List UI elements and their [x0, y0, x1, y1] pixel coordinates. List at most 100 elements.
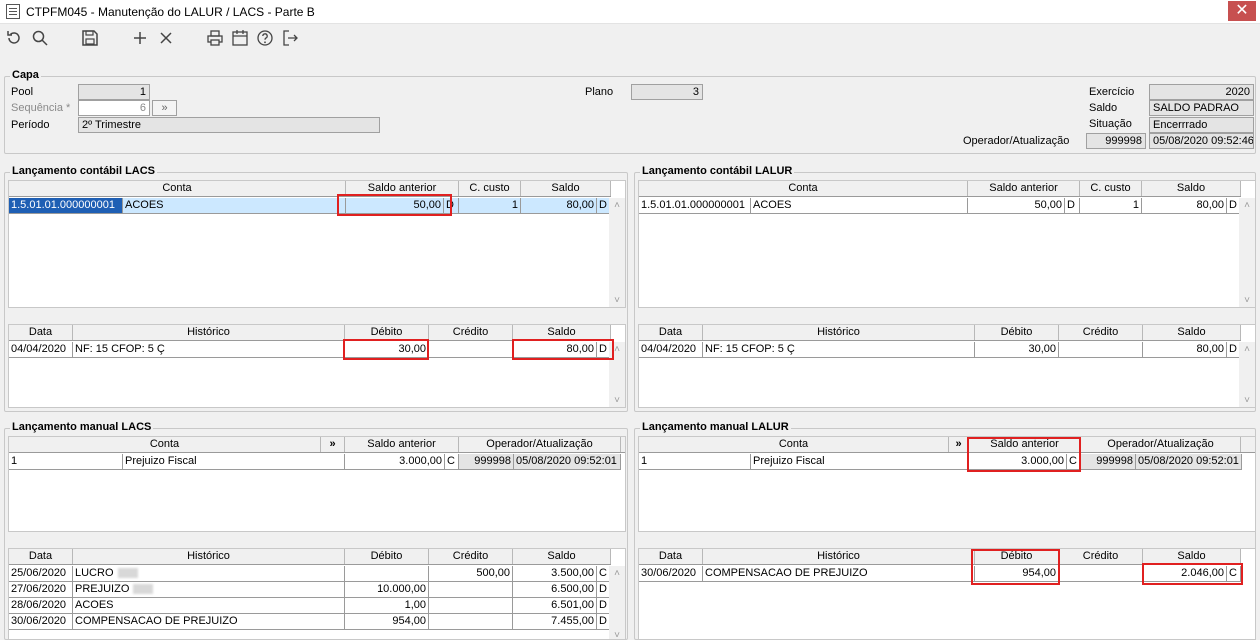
col-c-custo[interactable]: C. custo [459, 181, 521, 196]
sequencia-lookup-button[interactable]: » [152, 100, 177, 116]
col-conta[interactable]: Conta [9, 437, 321, 452]
scroll-down-icon[interactable]: ˅ [609, 295, 625, 306]
cell-saldo[interactable]: 3.500,00 [513, 566, 597, 582]
delete-icon[interactable] [156, 29, 176, 49]
cell-credito[interactable] [429, 598, 513, 614]
col-saldo[interactable]: Saldo [1143, 549, 1241, 564]
cell-operador-data[interactable]: 05/08/2020 09:52:01 [1136, 454, 1242, 470]
lacs-contabil-mov-grid[interactable]: Data Histórico Débito Crédito Saldo 04/0… [8, 324, 626, 408]
scroll-down-icon[interactable]: ˅ [1239, 395, 1255, 406]
cell-saldo[interactable]: 80,00 [1142, 198, 1227, 214]
cell-data[interactable]: 28/06/2020 [9, 598, 73, 614]
add-icon[interactable] [130, 29, 150, 49]
table-row[interactable]: 30/06/2020 COMPENSACAO DE PREJUIZO 954,0… [9, 614, 611, 630]
col-data[interactable]: Data [639, 325, 703, 340]
search-icon[interactable] [30, 29, 50, 49]
col-conta[interactable]: Conta [639, 181, 968, 196]
col-debito[interactable]: Débito [975, 325, 1059, 340]
cell-operador[interactable]: 999998 [1081, 454, 1136, 470]
cell-historico[interactable]: LUCRO [73, 566, 345, 582]
cell-credito[interactable] [1059, 566, 1143, 582]
cell-dc[interactable]: D [1065, 198, 1080, 214]
cell-credito[interactable] [429, 582, 513, 598]
table-row[interactable]: 27/06/2020 PREJUIZO 10.000,00 6.500,00 D [9, 582, 611, 598]
cell-saldo-anterior[interactable]: 50,00 [968, 198, 1065, 214]
cell-historico[interactable]: NF: 15 CFOP: 5 Ç [703, 342, 975, 358]
col-conta[interactable]: Conta [9, 181, 346, 196]
lacs-manual-mov-grid[interactable]: Data Histórico Débito Crédito Saldo 25/0… [8, 548, 626, 640]
table-row[interactable]: 1 Prejuizo Fiscal 3.000,00 C 999998 05/0… [639, 454, 1255, 470]
cell-debito[interactable] [345, 566, 429, 582]
exercicio-field[interactable]: 2020 [1149, 84, 1254, 100]
scroll-down-icon[interactable]: ˅ [1239, 295, 1255, 306]
cell-credito[interactable] [429, 614, 513, 630]
cell-saldo[interactable]: 80,00 [1143, 342, 1227, 358]
col-saldo-anterior[interactable]: Saldo anterior [345, 437, 459, 452]
col-data[interactable]: Data [9, 325, 73, 340]
cell-debito[interactable]: 954,00 [345, 614, 429, 630]
refresh-icon[interactable] [4, 29, 24, 49]
periodo-field[interactable]: 2º Trimestre [78, 117, 380, 133]
expand-columns-button[interactable]: » [321, 437, 345, 452]
cell-descricao[interactable]: Prejuizo Fiscal [123, 454, 345, 470]
cell-saldo[interactable]: 6.500,00 [513, 582, 597, 598]
col-saldo[interactable]: Saldo [513, 325, 611, 340]
col-credito[interactable]: Crédito [429, 325, 513, 340]
col-historico[interactable]: Histórico [73, 549, 345, 564]
cell-operador-data[interactable]: 05/08/2020 09:52:01 [514, 454, 621, 470]
table-row[interactable]: 25/06/2020 LUCRO 500,00 3.500,00 C [9, 566, 611, 582]
col-operador[interactable]: Operador/Atualização [459, 437, 621, 452]
cell-saldo[interactable]: 7.455,00 [513, 614, 597, 630]
cell-operador[interactable]: 999998 [459, 454, 514, 470]
lalur-contabil-mov-grid[interactable]: Data Histórico Débito Crédito Saldo 04/0… [638, 324, 1256, 408]
cell-credito[interactable]: 500,00 [429, 566, 513, 582]
col-data[interactable]: Data [9, 549, 73, 564]
cell-historico[interactable]: COMPENSACAO DE PREJUIZO [703, 566, 975, 582]
cell-historico[interactable]: COMPENSACAO DE PREJUIZO [73, 614, 345, 630]
cell-conta[interactable]: 1.5.01.01.000000001 [639, 198, 751, 214]
scroll-up-icon[interactable]: ˄ [1239, 344, 1255, 355]
cell-historico[interactable]: PREJUIZO [73, 582, 345, 598]
cell-data[interactable]: 04/04/2020 [9, 342, 73, 358]
help-icon[interactable] [255, 29, 275, 49]
close-button[interactable]: ✕ [1228, 1, 1256, 21]
operador-data-field[interactable]: 05/08/2020 09:52:46 [1149, 133, 1254, 149]
col-c-custo[interactable]: C. custo [1080, 181, 1142, 196]
lacs-contabil-grid[interactable]: Conta Saldo anterior C. custo Saldo 1.5.… [8, 180, 626, 308]
scroll-down-icon[interactable]: ˅ [609, 630, 625, 639]
lalur-manual-mov-grid[interactable]: Data Histórico Débito Crédito Saldo 30/0… [638, 548, 1256, 640]
col-historico[interactable]: Histórico [73, 325, 345, 340]
col-historico[interactable]: Histórico [703, 549, 975, 564]
cell-credito[interactable] [429, 342, 513, 358]
print-icon[interactable] [205, 29, 225, 49]
operador-field[interactable]: 999998 [1086, 133, 1146, 149]
col-credito[interactable]: Crédito [1059, 549, 1143, 564]
cell-debito[interactable]: 30,00 [975, 342, 1059, 358]
cell-conta[interactable]: 1 [9, 454, 123, 470]
sequencia-field[interactable]: 6 [78, 100, 150, 116]
table-row[interactable]: 1.5.01.01.000000001 ACOES 50,00 D 1 80,0… [639, 198, 1241, 214]
cell-historico[interactable]: ACOES [73, 598, 345, 614]
exit-icon[interactable] [280, 29, 300, 49]
table-row[interactable]: 1.5.01.01.000000001 ACOES 50,00 D 1 80,0… [9, 198, 611, 214]
col-historico[interactable]: Histórico [703, 325, 975, 340]
col-conta[interactable]: Conta [639, 437, 949, 452]
lalur-contabil-grid[interactable]: Conta Saldo anterior C. custo Saldo 1.5.… [638, 180, 1256, 308]
lacs-manual-grid[interactable]: Conta » Saldo anterior Operador/Atualiza… [8, 436, 626, 532]
cell-credito[interactable] [1059, 342, 1143, 358]
table-row[interactable]: 04/04/2020 NF: 15 CFOP: 5 Ç 30,00 80,00 … [639, 342, 1241, 358]
cell-c-custo[interactable]: 1 [459, 198, 521, 214]
plano-field[interactable]: 3 [631, 84, 703, 100]
scrollbar[interactable]: ˄ ˅ [1239, 198, 1255, 307]
lalur-manual-grid[interactable]: Conta » Saldo anterior Operador/Atualiza… [638, 436, 1256, 532]
col-saldo[interactable]: Saldo [521, 181, 611, 196]
col-credito[interactable]: Crédito [429, 549, 513, 564]
cell-data[interactable]: 27/06/2020 [9, 582, 73, 598]
cell-conta[interactable]: 1 [639, 454, 751, 470]
col-saldo[interactable]: Saldo [1143, 325, 1241, 340]
cell-historico[interactable]: NF: 15 CFOP: 5 Ç [73, 342, 345, 358]
table-row[interactable]: 1 Prejuizo Fiscal 3.000,00 C 999998 05/0… [9, 454, 625, 470]
col-data[interactable]: Data [639, 549, 703, 564]
scroll-up-icon[interactable]: ˄ [609, 200, 625, 211]
cell-descricao[interactable]: Prejuizo Fiscal [751, 454, 969, 470]
